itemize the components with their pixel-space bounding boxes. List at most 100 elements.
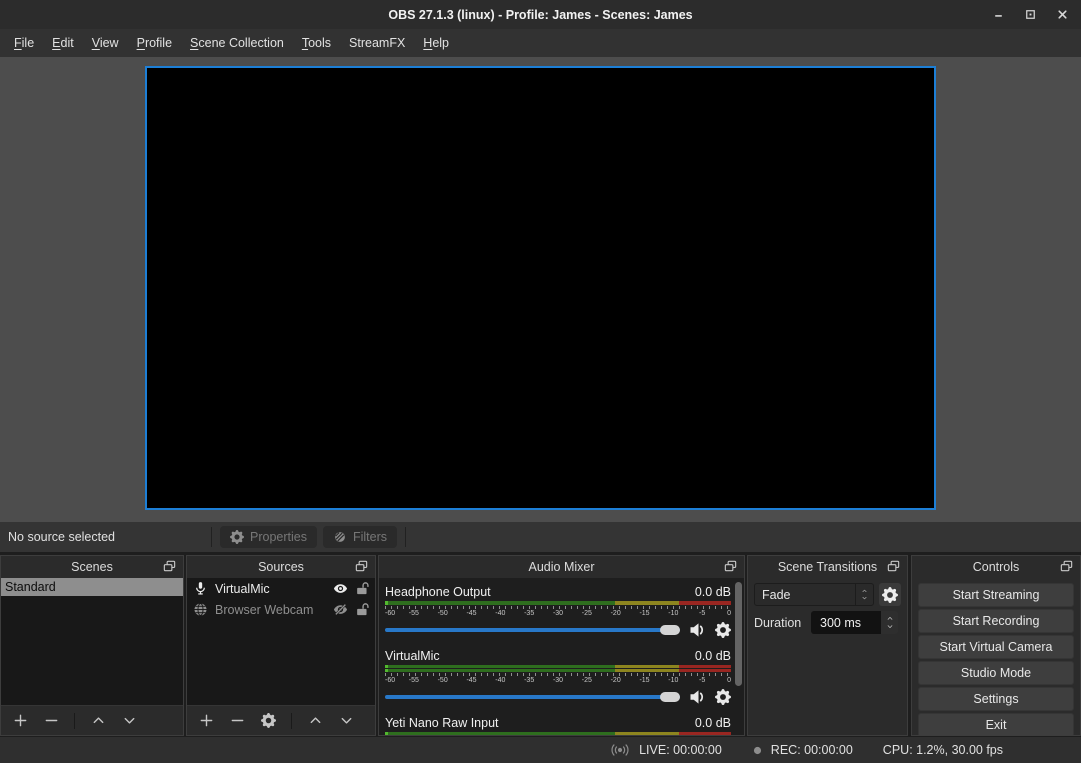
source-gear-button[interactable] bbox=[259, 712, 277, 730]
menu-profile[interactable]: Profile bbox=[128, 32, 181, 54]
properties-button[interactable]: Properties bbox=[220, 526, 317, 548]
transition-select-value: Fade bbox=[755, 588, 855, 602]
scene-item[interactable]: Standard bbox=[1, 578, 183, 596]
gear-icon bbox=[230, 530, 244, 544]
separator bbox=[291, 713, 292, 729]
speaker-icon[interactable] bbox=[688, 622, 707, 638]
combo-spinner[interactable] bbox=[855, 584, 873, 605]
live-status: LIVE: 00:00:00 bbox=[609, 743, 722, 757]
titlebar: OBS 27.1.3 (linux) - Profile: James - Sc… bbox=[0, 0, 1081, 29]
duration-spinbox[interactable]: 300 ms bbox=[811, 611, 881, 634]
minimize-icon bbox=[991, 7, 1006, 22]
popout-icon[interactable] bbox=[723, 559, 739, 575]
close-button[interactable] bbox=[1051, 4, 1073, 26]
microphone-icon bbox=[193, 581, 208, 596]
controls-title: Controls bbox=[973, 560, 1020, 574]
duration-label: Duration bbox=[754, 616, 811, 630]
volume-slider-handle[interactable] bbox=[660, 692, 680, 702]
close-icon bbox=[1055, 7, 1070, 22]
filters-button[interactable]: Filters bbox=[323, 526, 397, 548]
duration-value: 300 ms bbox=[820, 616, 861, 630]
channel-db: 0.0 dB bbox=[695, 716, 731, 730]
speaker-icon[interactable] bbox=[688, 689, 707, 705]
chevron-up-icon[interactable] bbox=[885, 615, 895, 622]
scene-transitions-header: Scene Transitions bbox=[748, 556, 907, 578]
source-name: Browser Webcam bbox=[215, 603, 326, 617]
volume-slider[interactable] bbox=[385, 691, 680, 703]
filters-label: Filters bbox=[353, 530, 387, 544]
menu-edit[interactable]: Edit bbox=[43, 32, 83, 54]
eye-slash-icon[interactable] bbox=[333, 602, 348, 617]
studio-mode-button[interactable]: Studio Mode bbox=[918, 661, 1074, 685]
start-virtual-camera-button[interactable]: Start Virtual Camera bbox=[918, 635, 1074, 659]
source-row[interactable]: VirtualMic bbox=[187, 578, 375, 599]
volume-slider[interactable] bbox=[385, 624, 680, 636]
source-minus-button[interactable] bbox=[228, 712, 246, 730]
eye-icon[interactable] bbox=[333, 581, 348, 596]
controls-panel: Controls Start StreamingStart RecordingS… bbox=[911, 555, 1081, 736]
properties-label: Properties bbox=[250, 530, 307, 544]
scene-chevron-up-button[interactable] bbox=[89, 712, 107, 730]
audio-mixer-title: Audio Mixer bbox=[529, 560, 595, 574]
dock-area: Scenes Standard Sources VirtualMic Browse… bbox=[0, 552, 1081, 737]
scenes-toolbar bbox=[1, 705, 183, 735]
chevron-down-icon[interactable] bbox=[885, 623, 895, 630]
gear-icon[interactable] bbox=[715, 622, 731, 638]
transition-settings-button[interactable] bbox=[879, 583, 901, 606]
source-row[interactable]: Browser Webcam bbox=[187, 599, 375, 620]
volume-meter bbox=[385, 601, 731, 605]
scene-chevron-down-button[interactable] bbox=[120, 712, 138, 730]
chevron-down-icon bbox=[860, 595, 869, 601]
window-title: OBS 27.1.3 (linux) - Profile: James - Sc… bbox=[388, 8, 692, 22]
start-streaming-button[interactable]: Start Streaming bbox=[918, 583, 1074, 607]
gear-icon[interactable] bbox=[715, 689, 731, 705]
scene-transitions-title: Scene Transitions bbox=[778, 560, 877, 574]
transition-select[interactable]: Fade bbox=[754, 583, 874, 606]
preview-area bbox=[0, 57, 1081, 522]
audio-mixer-content: Headphone Output 0.0 dB -60-55-50-45-40-35… bbox=[379, 578, 744, 735]
popout-icon[interactable] bbox=[1059, 559, 1075, 575]
mixer-scrollbar[interactable] bbox=[735, 582, 742, 686]
source-name: VirtualMic bbox=[215, 582, 326, 596]
sources-panel-header: Sources bbox=[187, 556, 375, 578]
popout-icon[interactable] bbox=[354, 559, 370, 575]
scene-minus-button[interactable] bbox=[42, 712, 60, 730]
channel-name: Headphone Output bbox=[385, 585, 491, 599]
settings-button[interactable]: Settings bbox=[918, 687, 1074, 711]
channel-db: 0.0 dB bbox=[695, 585, 731, 599]
volume-slider-handle[interactable] bbox=[660, 625, 680, 635]
preview-canvas[interactable] bbox=[145, 66, 936, 510]
statusbar: LIVE: 00:00:00 REC: 00:00:00 CPU: 1.2%, … bbox=[0, 737, 1081, 763]
mixer-channel: Headphone Output0.0 dB-60-55-50-45-40-35… bbox=[385, 583, 731, 638]
unlock-icon[interactable] bbox=[355, 581, 370, 596]
menu-view[interactable]: View bbox=[83, 32, 128, 54]
menu-streamfx[interactable]: StreamFX bbox=[340, 32, 414, 54]
source-chevron-down-button[interactable] bbox=[337, 712, 355, 730]
source-toolbar: No source selected PropertiesFilters bbox=[0, 522, 1081, 552]
rec-time: REC: 00:00:00 bbox=[771, 743, 853, 757]
audio-mixer-panel: Audio Mixer Headphone Output 0.0 dB -60-55… bbox=[378, 555, 745, 736]
meter-scale: -60-55-50-45-40-35-30-25-20-15-10-50 bbox=[385, 673, 731, 686]
menu-file[interactable]: File bbox=[5, 32, 43, 54]
controls-buttons: Start StreamingStart RecordingStart Virt… bbox=[912, 578, 1080, 736]
menu-tools[interactable]: Tools bbox=[293, 32, 340, 54]
scenes-panel-header: Scenes bbox=[1, 556, 183, 578]
minimize-button[interactable] bbox=[987, 4, 1009, 26]
scene-plus-button[interactable] bbox=[11, 712, 29, 730]
menu-help[interactable]: Help bbox=[414, 32, 458, 54]
popout-icon[interactable] bbox=[162, 559, 178, 575]
globe-icon bbox=[193, 602, 208, 617]
unlock-icon[interactable] bbox=[355, 602, 370, 617]
channel-db: 0.0 dB bbox=[695, 649, 731, 663]
source-chevron-up-button[interactable] bbox=[306, 712, 324, 730]
popout-icon[interactable] bbox=[886, 559, 902, 575]
scenes-list: Standard bbox=[1, 578, 183, 705]
source-plus-button[interactable] bbox=[197, 712, 215, 730]
maximize-button[interactable] bbox=[1019, 4, 1041, 26]
audio-mixer-header: Audio Mixer bbox=[379, 556, 744, 578]
scenes-panel: Scenes Standard bbox=[0, 555, 184, 736]
exit-button[interactable]: Exit bbox=[918, 713, 1074, 736]
menu-scene-collection[interactable]: Scene Collection bbox=[181, 32, 293, 54]
start-recording-button[interactable]: Start Recording bbox=[918, 609, 1074, 633]
duration-spinner[interactable] bbox=[881, 611, 898, 634]
